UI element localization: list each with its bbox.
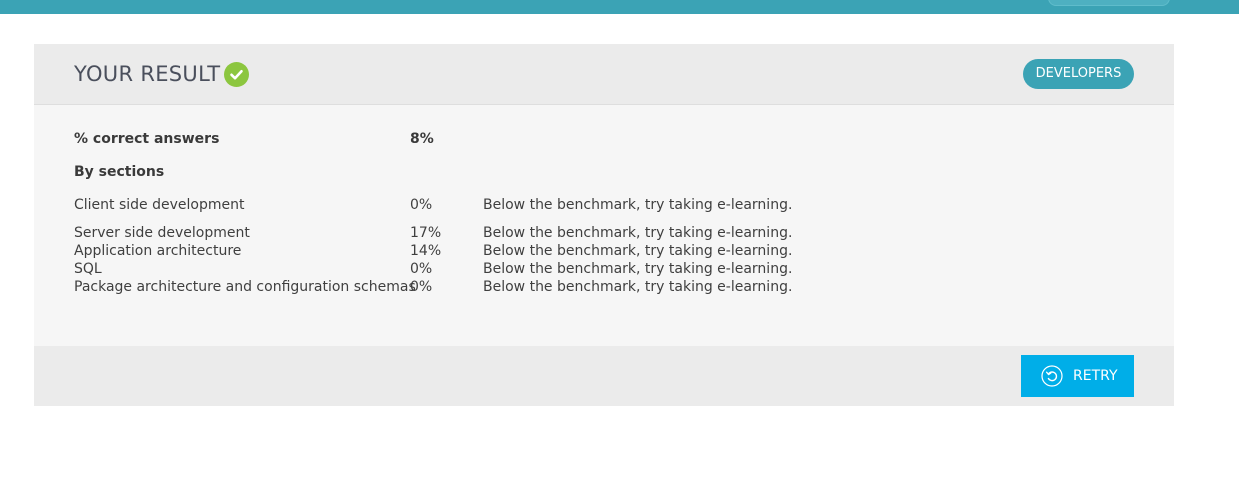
section-percent: 0%: [410, 261, 433, 277]
section-percent: 17%: [410, 225, 442, 241]
result-header: YOUR RESULT DEVELOPERS: [34, 44, 1174, 105]
section-note: Below the benchmark, try taking e-learni…: [483, 279, 793, 295]
section-note: Below the benchmark, try taking e-learni…: [483, 261, 793, 277]
top-bar-pill-button[interactable]: [1048, 0, 1170, 6]
category-badge: DEVELOPERS: [1023, 59, 1134, 89]
check-circle-icon: [224, 62, 249, 87]
summary-label: % correct answers: [74, 131, 220, 147]
retry-label: RETRY: [1073, 368, 1118, 384]
retry-icon: [1041, 365, 1063, 387]
section-percent: 0%: [410, 197, 433, 213]
top-bar: [0, 0, 1239, 14]
summary-value: 8%: [410, 131, 434, 147]
result-card: YOUR RESULT DEVELOPERS % correct answers…: [34, 44, 1174, 406]
section-note: Below the benchmark, try taking e-learni…: [483, 243, 793, 259]
section-percent: 14%: [410, 243, 442, 259]
section-note: Below the benchmark, try taking e-learni…: [483, 197, 793, 213]
section-name: SQL: [74, 261, 102, 277]
page-title: YOUR RESULT: [74, 62, 221, 86]
section-name: Client side development: [74, 197, 245, 213]
section-name: Package architecture and configuration s…: [74, 279, 416, 295]
retry-button[interactable]: RETRY: [1021, 355, 1134, 397]
sections-heading: By sections: [74, 164, 165, 180]
section-name: Application architecture: [74, 243, 242, 259]
result-footer: RETRY: [34, 346, 1174, 406]
section-name: Server side development: [74, 225, 250, 241]
section-note: Below the benchmark, try taking e-learni…: [483, 225, 793, 241]
section-percent: 0%: [410, 279, 433, 295]
